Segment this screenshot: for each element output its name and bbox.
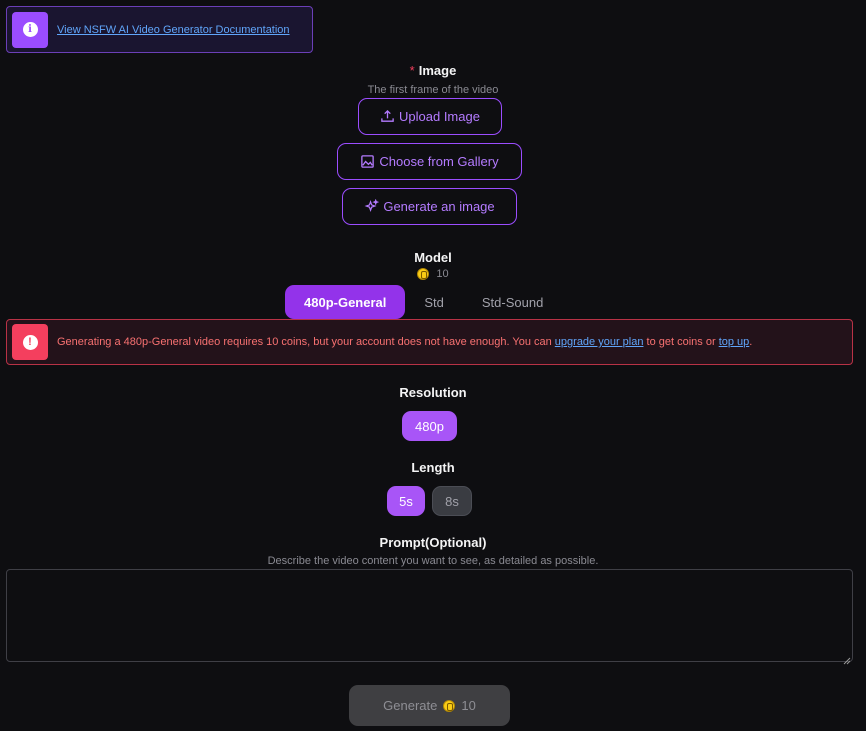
generate-button[interactable]: Generate 10 (349, 685, 510, 726)
prompt-label: Prompt(Optional) (379, 535, 487, 550)
generate-image-button[interactable]: Generate an image (342, 188, 517, 225)
model-cost: 10 (0, 268, 866, 281)
generate-label: Generate (383, 698, 438, 713)
prompt-sublabel: Describe the video content you want to s… (267, 555, 599, 567)
upload-image-label: Upload Image (399, 109, 480, 124)
alert-icon: ! (12, 324, 48, 360)
coin-icon (417, 268, 430, 281)
generate-image-label: Generate an image (383, 199, 495, 214)
sparkles-icon (364, 199, 380, 213)
model-label: Model (414, 250, 452, 265)
prompt-textarea[interactable] (6, 569, 853, 662)
generate-cost: 10 (461, 698, 476, 713)
choose-gallery-label: Choose from Gallery (379, 154, 499, 169)
upload-image-button[interactable]: Upload Image (358, 98, 502, 135)
info-icon: i (12, 11, 48, 48)
length-option-8s[interactable]: 8s (432, 486, 472, 516)
tab-std-sound[interactable]: Std-Sound (463, 285, 562, 319)
model-tabs: 480p-General Std Std-Sound (285, 285, 562, 319)
length-option-5s[interactable]: 5s (387, 486, 425, 516)
resolution-label: Resolution (399, 385, 467, 400)
docs-banner: i View NSFW AI Video Generator Documenta… (6, 6, 313, 53)
alert-text: Generating a 480p-General video requires… (57, 336, 753, 348)
image-sublabel: The first frame of the video (367, 84, 499, 96)
top-up-link[interactable]: top up (719, 336, 750, 348)
resolution-option-480p[interactable]: 480p (402, 411, 457, 441)
resize-grip-icon[interactable] (843, 652, 851, 665)
length-label: Length (411, 460, 455, 475)
upload-icon (381, 109, 394, 122)
choose-gallery-button[interactable]: Choose from Gallery (337, 143, 522, 180)
docs-link[interactable]: View NSFW AI Video Generator Documentati… (57, 24, 290, 36)
upgrade-plan-link[interactable]: upgrade your plan (555, 336, 644, 348)
image-section-header: * Image (0, 63, 866, 78)
required-mark: * (409, 63, 415, 78)
tab-480p-general[interactable]: 480p-General (285, 285, 406, 319)
image-icon (361, 155, 375, 168)
tab-std[interactable]: Std (405, 285, 463, 319)
coin-icon (443, 699, 456, 712)
insufficient-coins-alert: ! Generating a 480p-General video requir… (6, 319, 853, 365)
image-label: * Image (409, 63, 457, 78)
